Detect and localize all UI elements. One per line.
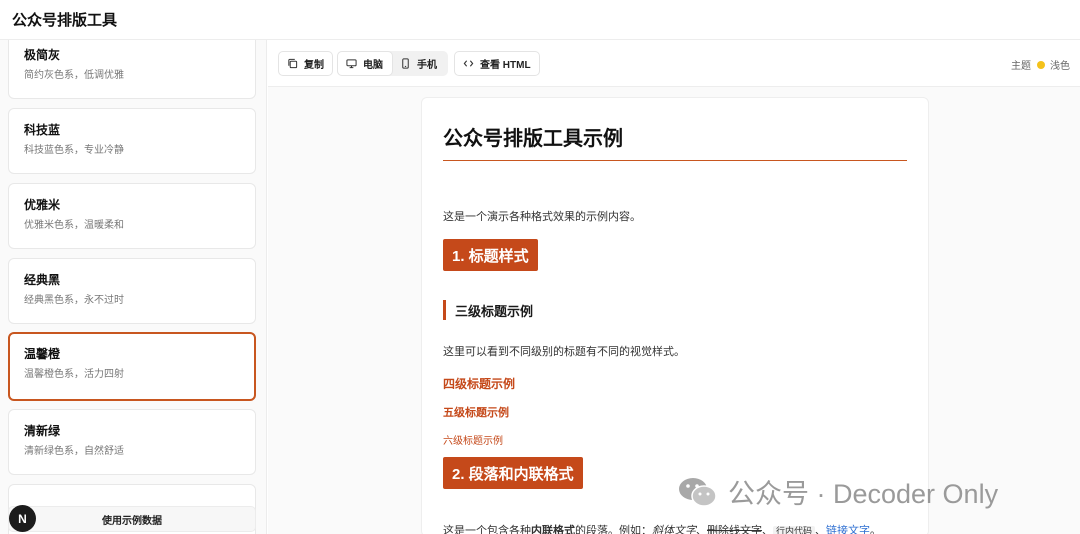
inline-sep: 、 xyxy=(762,525,773,534)
preview-h2-heading-styles: 1. 标题样式 xyxy=(443,239,538,271)
preview-h6: 六级标题示例 xyxy=(443,436,503,447)
copy-label: 复制 xyxy=(304,60,324,71)
theme-desc: 清新绿色系，自然舒适 xyxy=(24,446,124,457)
copy-button[interactable]: 复制 xyxy=(278,51,333,76)
main-area: 复制 电脑 手机 查看 HTML 主题 浅色 公众号排版工具示例 这是一个演示各… xyxy=(268,40,1080,534)
theme-desc: 经典黑色系，永不过时 xyxy=(24,295,124,306)
inline-bold-text: 内联格式 xyxy=(531,525,575,534)
theme-card-minimal-gray[interactable]: 极简灰 简约灰色系，低调优雅 xyxy=(8,40,256,99)
desktop-label: 电脑 xyxy=(363,60,383,71)
monitor-icon xyxy=(346,59,357,69)
theme-name: 优雅米 xyxy=(24,198,61,212)
h3-paragraph: 这里可以看到不同级别的标题有不同的视觉样式。 xyxy=(443,346,685,358)
theme-card-classic-black[interactable]: 经典黑 经典黑色系，永不过时 xyxy=(8,258,256,324)
article-preview: 公众号排版工具示例 这是一个演示各种格式效果的示例内容。 1. 标题样式 三级标… xyxy=(421,97,929,534)
inline-prefix: 这是一个包含各种 xyxy=(443,525,531,534)
theme-desc: 简约灰色系，低调优雅 xyxy=(24,70,124,81)
theme-sidebar[interactable]: 极简灰 简约灰色系，低调优雅 科技蓝 科技蓝色系，专业冷静 优雅米 优雅米色系，… xyxy=(0,40,267,534)
copy-icon xyxy=(288,58,298,69)
preview-h3: 三级标题示例 xyxy=(443,300,533,320)
wechat-icon xyxy=(679,477,717,507)
theme-name: 经典黑 xyxy=(24,273,61,287)
avatar[interactable]: N xyxy=(9,505,36,532)
theme-desc: 温馨橙色系，活力四射 xyxy=(24,369,124,380)
inline-mid: 的段落。例如： xyxy=(575,525,652,534)
h1-divider xyxy=(443,160,907,161)
theme-card-elegant-beige[interactable]: 优雅米 优雅米色系，温暖柔和 xyxy=(8,183,256,249)
inline-strike-text: 删除线文字 xyxy=(707,525,762,534)
theme-desc: 科技蓝色系，专业冷静 xyxy=(24,145,124,156)
theme-name: 极简灰 xyxy=(24,48,61,62)
theme-name: 清新绿 xyxy=(24,424,61,438)
view-html-label: 查看 HTML xyxy=(480,60,531,71)
preview-toolbar: 复制 电脑 手机 查看 HTML 主题 浅色 xyxy=(268,40,1080,87)
intro-paragraph: 这是一个演示各种格式效果的示例内容。 xyxy=(443,211,641,223)
watermark-text: 公众号 · Decoder Only xyxy=(728,479,999,509)
theme-name: 科技蓝 xyxy=(24,123,61,137)
theme-desc: 优雅米色系，温暖柔和 xyxy=(24,220,124,231)
mobile-label: 手机 xyxy=(417,60,437,71)
theme-card-warm-orange[interactable]: 温馨橙 温馨橙色系，活力四射 xyxy=(8,332,256,401)
preview-h2-inline-formats: 2. 段落和内联格式 xyxy=(443,457,583,489)
preview-h1: 公众号排版工具示例 xyxy=(443,128,623,150)
inline-code-text: 行内代码 xyxy=(773,526,816,534)
theme-label: 主题 xyxy=(1011,61,1031,72)
device-toggle: 电脑 手机 xyxy=(337,51,448,76)
inline-end: 。 xyxy=(870,525,882,534)
inline-link-text[interactable]: 链接文字 xyxy=(826,525,870,534)
theme-card-tech-blue[interactable]: 科技蓝 科技蓝色系，专业冷静 xyxy=(8,108,256,174)
inline-format-paragraph: 这是一个包含各种内联格式的段落。例如：斜体文字、删除线文字、 行内代码 、链接文字。 xyxy=(443,522,881,534)
phone-icon xyxy=(402,58,409,69)
code-icon xyxy=(463,60,474,67)
inline-sep: 、 xyxy=(815,525,827,534)
theme-card-fresh-green[interactable]: 清新绿 清新绿色系，自然舒适 xyxy=(8,409,256,475)
use-sample-data-button[interactable]: 使用示例数据 xyxy=(8,506,256,532)
desktop-view-button[interactable]: 电脑 xyxy=(337,51,393,76)
inline-sep: 、 xyxy=(696,525,707,534)
sun-icon xyxy=(1037,60,1045,69)
app-title: 公众号排版工具 xyxy=(12,12,118,29)
theme-mode-value: 浅色 xyxy=(1050,61,1070,72)
preview-h4: 四级标题示例 xyxy=(443,377,516,391)
app-root: 公众号排版工具 极简灰 简约灰色系，低调优雅 科技蓝 科技蓝色系，专业冷静 优雅… xyxy=(0,0,1080,534)
top-bar: 公众号排版工具 xyxy=(0,0,1080,40)
preview-h5: 五级标题示例 xyxy=(443,407,509,419)
mobile-view-button[interactable]: 手机 xyxy=(392,51,448,76)
theme-mode-switch[interactable]: 主题 浅色 xyxy=(1011,57,1070,72)
view-html-button[interactable]: 查看 HTML xyxy=(454,51,540,76)
watermark: 公众号 · Decoder Only xyxy=(678,472,998,511)
theme-name: 温馨橙 xyxy=(24,347,61,361)
inline-italic-text: 斜体文字 xyxy=(652,525,696,534)
